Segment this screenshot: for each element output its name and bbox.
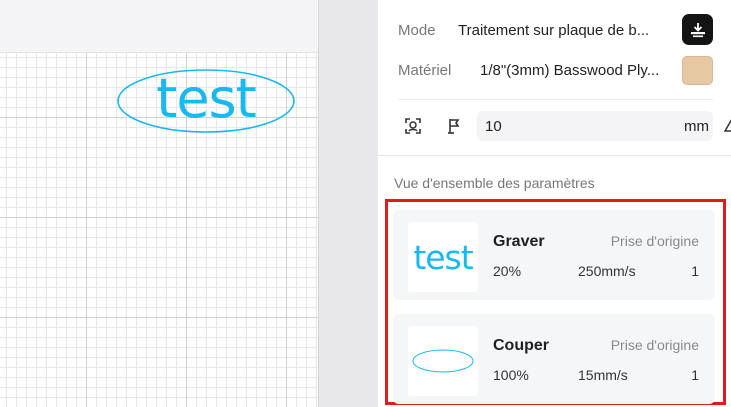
overview-title: Vue d'ensemble des paramètres [394,175,595,191]
layer-name: Graver [493,233,545,250]
layer-speed: 15mm/s [578,367,628,383]
material-label: Matériel [398,61,452,79]
canvas-top-strip [0,0,318,52]
divider [398,99,713,100]
layer-origin: Prise d'origine [610,233,699,249]
ellipse-thumbnail-icon [412,349,474,373]
layer-name: Couper [493,337,549,354]
layer-passes: 1 [691,263,699,279]
layer-speed: 250mm/s [578,263,636,279]
flag-icon[interactable] [443,115,465,137]
canvas-side-gutter [318,0,378,407]
divider [378,155,731,156]
auto-focus-icon[interactable] [402,115,424,137]
mode-label: Mode [398,21,436,39]
design-canvas[interactable]: test [0,0,318,407]
laser-mode-button[interactable] [682,14,713,45]
focus-unit: mm [684,117,709,135]
material-row[interactable]: Matériel 1/8"(3mm) Basswood Ply... [398,57,659,83]
laser-bed-icon [690,22,705,37]
canvas-top-divider [0,52,318,53]
settings-panel: Mode Traitement sur plaque de b... Matér… [378,0,731,407]
layer-card-cut[interactable]: Couper Prise d'origine 100% 15mm/s 1 [393,314,715,404]
layer-thumbnail: test [408,222,478,292]
canvas-text-object[interactable]: test [114,66,300,136]
focus-distance-field[interactable]: mm [477,111,731,141]
mode-value[interactable]: Traitement sur plaque de b... [458,22,649,39]
mode-row[interactable]: Mode Traitement sur plaque de b... [398,17,649,43]
material-swatch[interactable] [682,56,713,85]
layer-origin: Prise d'origine [610,337,699,353]
layer-thumbnail-text: test [413,237,473,277]
layer-card-engrave[interactable]: test Graver Prise d'origine 20% 250mm/s … [393,210,715,300]
layer-passes: 1 [691,367,699,383]
layer-thumbnail [408,326,478,396]
layer-power: 100% [493,367,529,383]
layer-power: 20% [493,263,522,279]
measure-material-icon[interactable] [723,115,731,137]
material-value[interactable]: 1/8"(3mm) Basswood Ply... [480,62,659,79]
focus-distance-input[interactable] [485,117,684,135]
canvas-object-text: test [156,67,256,130]
